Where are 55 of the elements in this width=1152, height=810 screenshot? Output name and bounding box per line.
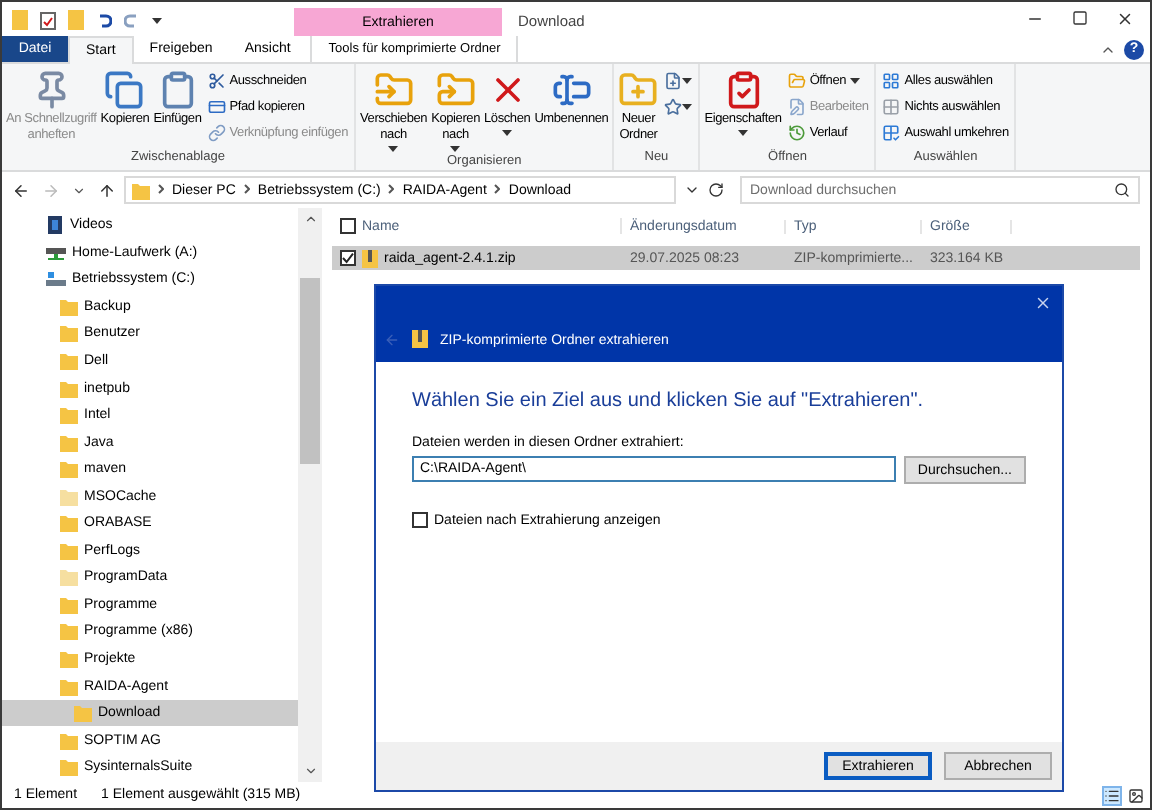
up-icon[interactable]: [98, 181, 116, 199]
checkbox[interactable]: [412, 512, 428, 528]
network-drive-icon: [46, 243, 66, 262]
undo-icon: [96, 12, 112, 28]
check-icon: [342, 252, 354, 264]
folder-icon: [12, 10, 28, 30]
scroll-down-icon[interactable]: [303, 764, 317, 778]
redo-icon: [124, 12, 140, 28]
film-icon: [46, 216, 64, 235]
maximize-icon[interactable]: [1072, 10, 1088, 26]
scrollbar[interactable]: [298, 208, 322, 782]
edit-icon: [787, 97, 806, 115]
caret-icon: [152, 17, 162, 23]
zip-folder-icon: [362, 249, 378, 267]
view-button[interactable]: [1102, 785, 1122, 805]
back-icon[interactable]: [12, 181, 30, 199]
invert-selection-icon: [882, 123, 901, 141]
folder-copy-icon: [435, 70, 476, 110]
chevron-icon: [388, 183, 395, 193]
drive-icon: [46, 270, 66, 289]
properties-icon: [40, 11, 56, 29]
ribbon-button[interactable]: [662, 68, 695, 92]
copy-icon: [104, 70, 145, 110]
checkbox[interactable]: [340, 218, 356, 234]
chevron-icon: [158, 183, 164, 193]
clipboard-icon: [157, 70, 198, 110]
folder-icon: [68, 10, 84, 30]
history-icon: [787, 123, 806, 141]
checkbox[interactable]: [340, 250, 356, 266]
search-icon: [1114, 182, 1130, 198]
scissors-icon: [207, 71, 226, 89]
rename-icon: [551, 70, 592, 110]
open-icon: [787, 71, 806, 89]
dialog-heading: Wählen Sie ein Ziel aus und klicken Sie auf "Extrahieren".: [412, 390, 926, 412]
folder-arrow-icon: [373, 70, 414, 110]
chevron-icon: [494, 183, 501, 193]
select-none-icon: [882, 97, 901, 115]
new-folder-icon: [618, 70, 659, 110]
ribbon-button[interactable]: [662, 94, 695, 118]
star-icon: [664, 97, 683, 115]
shortcut-icon: [207, 123, 226, 141]
properties-icon: [723, 70, 764, 110]
folder-icon: [132, 181, 150, 199]
select-all-icon: [882, 71, 901, 89]
dropdown-icon[interactable]: [684, 182, 700, 198]
scroll-up-icon[interactable]: [303, 212, 317, 226]
refresh-icon[interactable]: [708, 182, 724, 198]
close-icon[interactable]: [1116, 10, 1134, 28]
view-button[interactable]: [1126, 785, 1146, 805]
zip-folder-icon: [412, 330, 428, 348]
new-item-icon: [664, 71, 683, 89]
chevron-icon: [243, 183, 250, 193]
history-dropdown-icon[interactable]: [72, 183, 86, 197]
path-icon: [207, 97, 226, 115]
close-button[interactable]: [1034, 294, 1052, 312]
